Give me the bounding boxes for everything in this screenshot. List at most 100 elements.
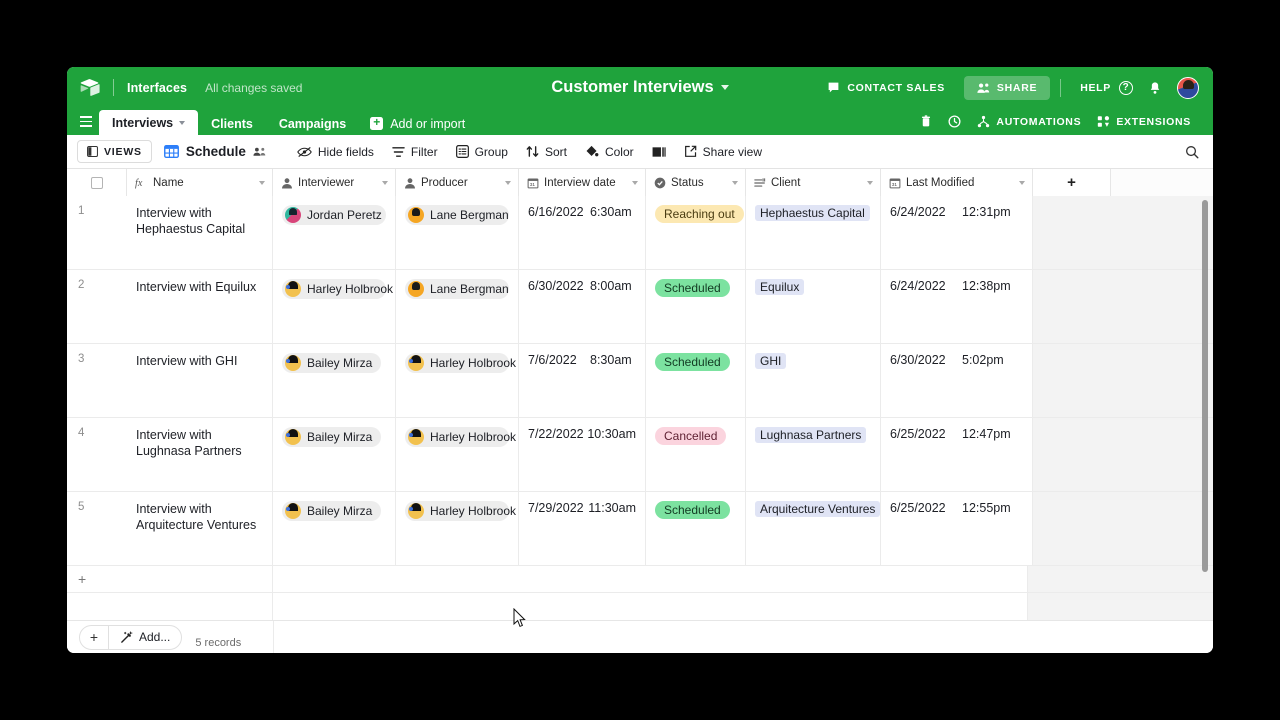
client-link-chip[interactable]: Arquitecture Ventures xyxy=(755,501,880,517)
tab-clients[interactable]: Clients xyxy=(198,112,266,135)
cell-name[interactable]: Interview with Lughnasa Partners xyxy=(127,418,273,491)
share-button[interactable]: SHARE xyxy=(964,76,1050,100)
chevron-down-icon[interactable] xyxy=(259,181,265,185)
grid-empty-filler xyxy=(67,593,1213,620)
history-button[interactable] xyxy=(940,115,969,128)
notifications-button[interactable] xyxy=(1142,81,1168,95)
vertical-scrollbar[interactable] xyxy=(1202,200,1208,572)
table-row[interactable]: 5Interview with Arquitecture VenturesBai… xyxy=(67,492,1213,566)
column-header-name[interactable]: fx Name xyxy=(127,169,273,196)
column-header-client[interactable]: Client xyxy=(746,169,881,196)
hamburger-menu-icon[interactable] xyxy=(73,108,99,135)
select-all-checkbox-cell[interactable] xyxy=(67,169,127,196)
cell-interviewer[interactable]: Jordan Peretz xyxy=(273,196,396,269)
cell-client[interactable]: Hephaestus Capital xyxy=(746,196,881,269)
contact-sales-label: CONTACT SALES xyxy=(847,82,945,94)
tab-campaigns[interactable]: Campaigns xyxy=(266,112,359,135)
cell-interviewer[interactable]: Bailey Mirza xyxy=(273,492,396,565)
add-record-row-body xyxy=(273,566,1028,592)
cell-name[interactable]: Interview with Equilux xyxy=(127,270,273,343)
cell-name[interactable]: Interview with GHI xyxy=(127,344,273,417)
views-button[interactable]: VIEWS xyxy=(77,140,152,163)
column-header-interviewer[interactable]: Interviewer xyxy=(273,169,396,196)
color-button[interactable]: Color xyxy=(576,140,643,164)
cell-name[interactable]: Interview with Arquitecture Ventures xyxy=(127,492,273,565)
client-link-chip[interactable]: Equilux xyxy=(755,279,804,295)
sort-button[interactable]: Sort xyxy=(517,140,576,164)
cell-interview-date[interactable]: 6/16/20226:30am xyxy=(519,196,646,269)
add-record-plus[interactable]: + xyxy=(67,566,273,592)
cell-status[interactable]: Cancelled xyxy=(646,418,746,491)
table-row[interactable]: 1Interview with Hephaestus CapitalJordan… xyxy=(67,196,1213,270)
cell-interviewer[interactable]: Bailey Mirza xyxy=(273,344,396,417)
column-header-last-modified-label: Last Modified xyxy=(906,177,974,189)
cell-status[interactable]: Scheduled xyxy=(646,344,746,417)
cell-interview-date[interactable]: 7/6/20228:30am xyxy=(519,344,646,417)
cell-producer[interactable]: Lane Bergman xyxy=(396,196,519,269)
select-all-checkbox[interactable] xyxy=(91,177,103,189)
add-record-row[interactable]: + xyxy=(67,566,1213,593)
add-field-button[interactable]: + xyxy=(1033,169,1111,196)
current-view-button[interactable]: Schedule xyxy=(164,144,274,159)
row-height-button[interactable] xyxy=(643,140,675,164)
cell-producer[interactable]: Harley Holbrook xyxy=(396,344,519,417)
tab-interviews[interactable]: Interviews xyxy=(99,110,198,135)
cell-client[interactable]: Arquitecture Ventures xyxy=(746,492,881,565)
cell-producer[interactable]: Harley Holbrook xyxy=(396,492,519,565)
chevron-down-icon[interactable] xyxy=(632,181,638,185)
help-button[interactable]: HELP ? xyxy=(1071,81,1142,95)
interview-date: 7/29/2022 xyxy=(528,501,588,515)
extensions-button[interactable]: EXTENSIONS xyxy=(1089,115,1199,128)
trash-button[interactable] xyxy=(912,115,940,128)
cell-status[interactable]: Scheduled xyxy=(646,492,746,565)
base-title[interactable]: Customer Interviews xyxy=(551,78,713,97)
cell-client[interactable]: Equilux xyxy=(746,270,881,343)
cell-producer[interactable]: Harley Holbrook xyxy=(396,418,519,491)
column-header-status[interactable]: Status xyxy=(646,169,746,196)
chevron-down-icon[interactable] xyxy=(382,181,388,185)
chevron-down-icon[interactable] xyxy=(867,181,873,185)
share-view-button[interactable]: Share view xyxy=(675,140,771,164)
table-row[interactable]: 2Interview with EquiluxHarley HolbrookLa… xyxy=(67,270,1213,344)
add-record-button[interactable]: + xyxy=(80,625,109,650)
chevron-down-icon[interactable] xyxy=(721,85,729,90)
interfaces-link[interactable]: Interfaces xyxy=(127,81,187,95)
client-link-chip[interactable]: Hephaestus Capital xyxy=(755,205,870,221)
cell-client[interactable]: Lughnasa Partners xyxy=(746,418,881,491)
column-header-producer[interactable]: Producer xyxy=(396,169,519,196)
cell-status[interactable]: Reaching out xyxy=(646,196,746,269)
cell-interview-date[interactable]: 6/30/20228:00am xyxy=(519,270,646,343)
group-button[interactable]: Group xyxy=(447,140,517,164)
cell-client[interactable]: GHI xyxy=(746,344,881,417)
cell-interviewer[interactable]: Bailey Mirza xyxy=(273,418,396,491)
search-button[interactable] xyxy=(1185,145,1201,159)
column-header-client-label: Client xyxy=(771,177,800,189)
chevron-down-icon[interactable] xyxy=(505,181,511,185)
tab-interviews-label: Interviews xyxy=(112,116,173,130)
column-header-interview-date[interactable]: 31 Interview date xyxy=(519,169,646,196)
cell-interview-date[interactable]: 7/22/202210:30am xyxy=(519,418,646,491)
table-row[interactable]: 3Interview with GHIBailey MirzaHarley Ho… xyxy=(67,344,1213,418)
cell-producer[interactable]: Lane Bergman xyxy=(396,270,519,343)
records-grid: fx Name Interviewer Producer xyxy=(67,169,1213,620)
user-avatar[interactable] xyxy=(1177,77,1199,99)
hide-fields-button[interactable]: Hide fields xyxy=(288,140,383,164)
column-header-last-modified[interactable]: 31 Last Modified xyxy=(881,169,1033,196)
airtable-logo-icon[interactable] xyxy=(79,77,100,98)
contact-sales-button[interactable]: CONTACT SALES xyxy=(818,81,954,94)
cell-name[interactable]: Interview with Hephaestus Capital xyxy=(127,196,273,269)
chevron-down-icon[interactable] xyxy=(179,121,185,125)
chevron-down-icon[interactable] xyxy=(1019,181,1025,185)
client-link-chip[interactable]: GHI xyxy=(755,353,786,369)
client-link-chip[interactable]: Lughnasa Partners xyxy=(755,427,866,443)
add-or-import-button[interactable]: + Add or import xyxy=(359,112,476,135)
add-with-ai-button[interactable]: Add... xyxy=(109,625,181,650)
table-row[interactable]: 4Interview with Lughnasa PartnersBailey … xyxy=(67,418,1213,492)
chevron-down-icon[interactable] xyxy=(732,181,738,185)
automations-button[interactable]: AUTOMATIONS xyxy=(969,115,1089,128)
cell-interview-date[interactable]: 7/29/202211:30am xyxy=(519,492,646,565)
cell-status[interactable]: Scheduled xyxy=(646,270,746,343)
cell-interviewer[interactable]: Harley Holbrook xyxy=(273,270,396,343)
filter-label: Filter xyxy=(411,145,438,159)
filter-button[interactable]: Filter xyxy=(383,140,447,164)
